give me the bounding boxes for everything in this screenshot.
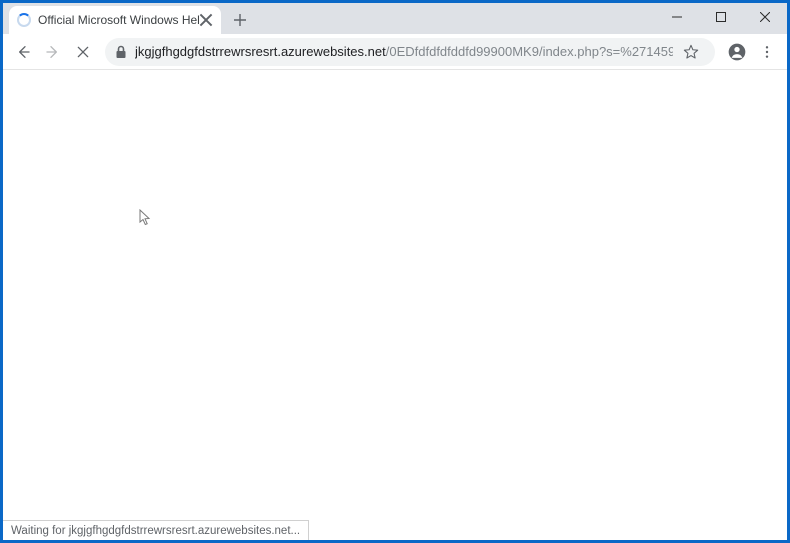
new-tab-button[interactable] <box>227 7 253 33</box>
arrow-left-icon <box>15 44 31 60</box>
browser-tab[interactable]: Official Microsoft Windows Help <box>9 6 221 34</box>
close-icon <box>760 12 770 22</box>
url-domain: jkgjgfhgdgfdstrrewrsresrt.azurewebsites.… <box>135 44 386 59</box>
back-button[interactable] <box>9 38 37 66</box>
arrow-right-icon <box>45 44 61 60</box>
minimize-icon <box>672 12 682 22</box>
star-icon <box>683 44 699 60</box>
lock-icon <box>115 45 127 59</box>
url-path: /0EDfdfdfdfddfd99900MK9/index.php?s=%271… <box>386 44 673 59</box>
profile-icon <box>727 42 747 62</box>
toolbar: jkgjgfhgdgfdstrrewrsresrt.azurewebsites.… <box>3 34 787 70</box>
address-bar[interactable]: jkgjgfhgdgfdstrrewrsresrt.azurewebsites.… <box>105 38 715 66</box>
browser-window: Official Microsoft Windows Help <box>3 3 787 540</box>
bookmark-button[interactable] <box>677 38 705 66</box>
page-content: Waiting for jkgjgfhgdgfdstrrewrsresrt.az… <box>3 70 787 540</box>
close-icon <box>75 44 91 60</box>
kebab-menu-icon <box>759 44 775 60</box>
plus-icon <box>233 13 247 27</box>
close-window-button[interactable] <box>743 3 787 31</box>
cursor-icon <box>138 209 152 227</box>
close-tab-button[interactable] <box>199 13 213 27</box>
minimize-button[interactable] <box>655 3 699 31</box>
stop-button[interactable] <box>69 38 97 66</box>
maximize-icon <box>716 12 726 22</box>
menu-button[interactable] <box>753 38 781 66</box>
forward-button[interactable] <box>39 38 67 66</box>
url-text: jkgjgfhgdgfdstrrewrsresrt.azurewebsites.… <box>135 44 673 59</box>
maximize-button[interactable] <box>699 3 743 31</box>
close-icon <box>199 13 213 27</box>
tab-title: Official Microsoft Windows Help <box>38 13 199 27</box>
profile-button[interactable] <box>723 38 751 66</box>
window-controls <box>655 3 787 31</box>
loading-spinner-icon <box>17 13 31 27</box>
titlebar: Official Microsoft Windows Help <box>3 3 787 34</box>
status-text: Waiting for jkgjgfhgdgfdstrrewrsresrt.az… <box>11 525 300 537</box>
status-bar: Waiting for jkgjgfhgdgfdstrrewrsresrt.az… <box>3 520 309 540</box>
